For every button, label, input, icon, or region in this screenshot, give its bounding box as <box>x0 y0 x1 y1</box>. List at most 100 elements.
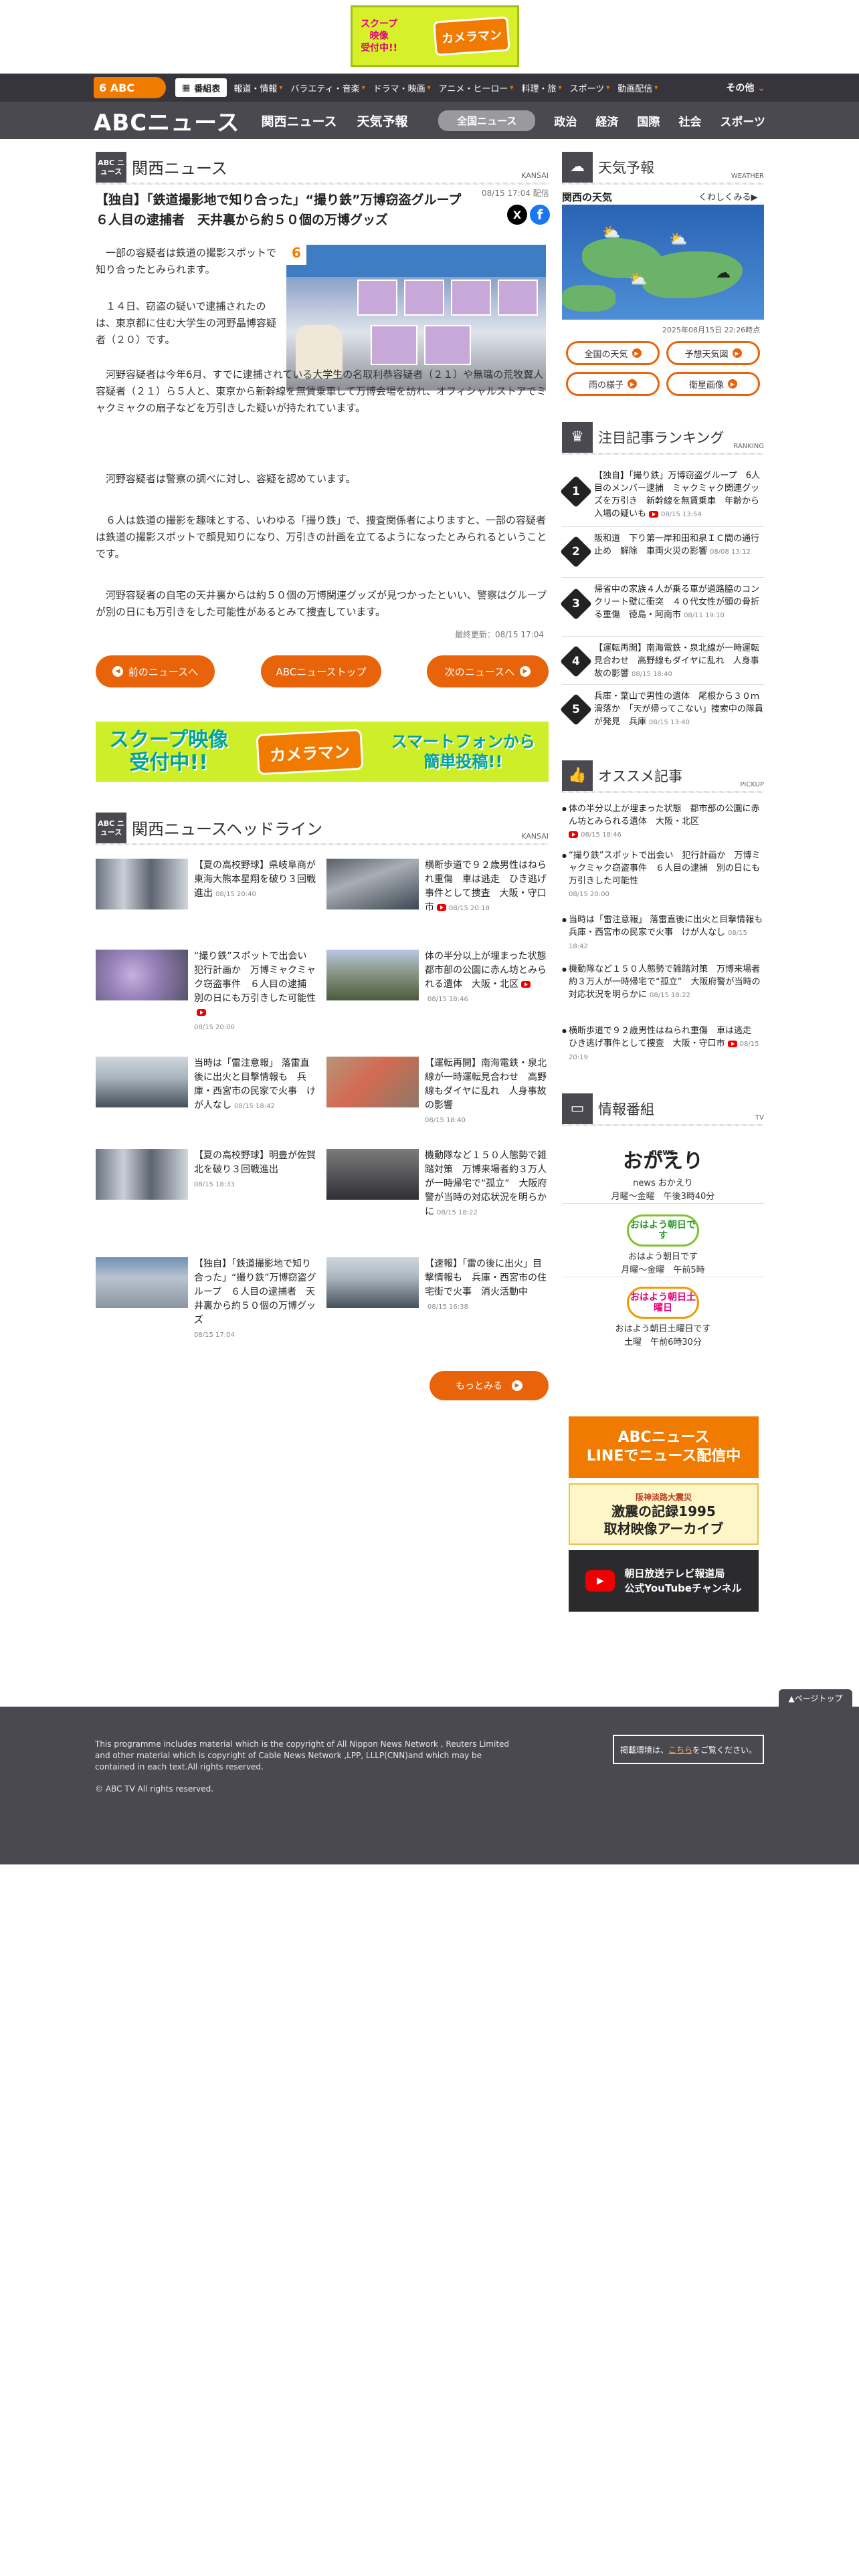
okaeri-logo: news おかえり <box>623 1148 703 1173</box>
rank-badge: 2 <box>559 535 593 568</box>
abc-news-logo[interactable]: ABCニュース <box>94 104 240 137</box>
chevron-down-icon: ▾ <box>558 84 562 92</box>
section-tag: KANSAI <box>521 171 549 180</box>
pickup-item[interactable]: 機動隊など１５０人態勢で雑踏対策 万博来場者約３万人が一時帰宅で“孤立” 大阪府… <box>562 963 764 1002</box>
nav-weather[interactable]: 天気予報 <box>357 112 408 130</box>
section-title: 関西ニュース <box>132 159 227 178</box>
headline-thumbnail <box>326 1057 419 1107</box>
cloud-sun-icon: ⛅ <box>629 272 648 288</box>
weather-map[interactable]: ⛅ ⛅ ☁ ⛅ <box>562 205 764 320</box>
video-icon <box>727 1040 737 1047</box>
program-okaeri[interactable]: news おかえり news おかえり 月曜〜金曜 午後3時40分 <box>562 1137 764 1204</box>
earthquake-archive-banner[interactable]: 阪神淡路大震災 激震の記録1995 取材映像アーカイブ <box>569 1483 759 1545</box>
arrow-right-icon: ▶ <box>512 1380 522 1391</box>
headline-thumbnail <box>96 859 188 909</box>
nav-sports[interactable]: スポーツ ▾ <box>570 82 610 94</box>
copyright-line: © ABC TV All rights reserved. <box>95 1784 214 1794</box>
ranking-item[interactable]: 5 兵庫・葉山で男性の遺体 尾根から３０ｍ滑落か 「天が帰ってこない」捜索中の隊… <box>559 687 764 734</box>
tv-icon: ▭ <box>562 1093 593 1124</box>
program-guide-button[interactable]: ▦ 番組表 <box>175 78 227 97</box>
nav-drama[interactable]: ドラマ・映画 ▾ <box>373 82 431 94</box>
line-news-banner[interactable]: ABCニュース LINEでニュース配信中 <box>569 1416 759 1478</box>
nav-sports-news[interactable]: スポーツ <box>720 112 765 129</box>
pickup-item[interactable]: 横断歩道で９２歳男性はねられ重傷 車は逃走 ひき逃げ事件として捜査 大阪・守口市… <box>562 1025 764 1064</box>
headline-section-header: ABC ニュース 関西ニュースヘッドライン KANSAI <box>96 812 549 845</box>
ranking-item[interactable]: 2 阪和道 下り第一岸和田和泉ＩＣ間の通行止め 解除 車両火災の影響 08/08 … <box>559 530 764 578</box>
global-nav: 6 ABC ▦ 番組表 報道・情報 ▾ バラエティ・音楽 ▾ ドラマ・映画 ▾ アニメ… <box>0 74 859 102</box>
crown-icon: ♛ <box>562 421 593 453</box>
chevron-down-icon: ▾ <box>510 84 514 92</box>
satellite-image-button[interactable]: 衛星画像 ▶ <box>666 372 760 396</box>
next-news-button[interactable]: 次のニュースへ ▶ <box>427 655 549 687</box>
environment-link[interactable]: こちら <box>668 1744 692 1755</box>
pickup-item[interactable]: 当時は「雷注意報」 落雷直後に出火と目撃情報も 兵庫・西宮市の民家で火事 けが人… <box>562 914 771 953</box>
scoop-camera-banner[interactable]: スクープ 映像 受付中!! カメラマン <box>351 5 519 67</box>
arrow-right-icon: ▶ <box>728 379 737 389</box>
ohayo-asahi-logo: おはよう朝日です <box>622 1214 704 1247</box>
arrow-right-icon: ▶ <box>628 379 637 389</box>
section-title: 関西ニュースヘッドライン <box>132 820 323 839</box>
share-facebook-icon[interactable]: f <box>530 205 550 225</box>
banner-camera-logo: カメラマン <box>433 16 510 56</box>
headline-thumbnail <box>96 1257 188 1308</box>
ranking-item[interactable]: 3 帰省中の家族４人が乗る車が道路脇のコンクリート壁に衝突 ４０代女性が頭の骨折… <box>559 580 764 637</box>
headline-date: 08/15 20:40 <box>215 891 256 898</box>
banner-smartphone-text: スマートフォンから 簡単投稿!! <box>391 732 535 771</box>
nav-international[interactable]: 国際 <box>637 112 660 129</box>
youtube-channel-banner[interactable]: ▶ 朝日放送テレビ報道局 公式YouTubeチャンネル <box>569 1550 759 1612</box>
abc-6ch-logo[interactable]: 6 ABC <box>94 77 166 98</box>
pickup-item[interactable]: “撮り鉄”スポットで出会い 犯行計画か 万博ミャクミャク窃盗事件 ６人目の逮捕 … <box>562 849 764 901</box>
pickup-item[interactable]: 体の半分以上が埋まった状態 都市部の公園に赤ん坊とみられる遺体 大阪・北区 08… <box>562 802 764 841</box>
scoop-submit-banner[interactable]: スクープ映像 受付中!! カメラマン スマートフォンから 簡単投稿!! <box>96 722 549 782</box>
weather-cloud-icon: ☁ <box>562 151 593 183</box>
abc-news-icon: ABC ニュース <box>96 812 126 843</box>
ohayo-saturday-logo: おはよう朝日土曜日 <box>622 1287 704 1319</box>
calendar-icon: ▦ <box>182 82 191 93</box>
nav-variety[interactable]: バラエティ・音楽 ▾ <box>290 82 365 94</box>
national-weather-button[interactable]: 全国の天気 ▶ <box>566 341 660 365</box>
nav-society[interactable]: 社会 <box>678 112 701 129</box>
chevron-down-icon: ▾ <box>606 84 610 92</box>
rain-radar-button[interactable]: 雨の様子 ▶ <box>566 372 660 396</box>
banner-scoop-text: スクープ映像 受付中!! <box>109 728 229 774</box>
news-top-button[interactable]: ABCニューストップ <box>261 655 381 687</box>
nav-politics[interactable]: 政治 <box>554 112 577 129</box>
weather-more-link[interactable]: くわしくみる▶ <box>698 190 758 203</box>
ranking-item[interactable]: 1 【独自】「撮り鉄」万博窃盗グループ 6人目のメンバー逮捕 ミャクミャク関連グ… <box>559 467 764 527</box>
nav-kansai-news[interactable]: 関西ニュース <box>261 112 337 130</box>
copyright-notice: This programme includes material which i… <box>95 1739 510 1772</box>
headline-date: 08/15 20:18 <box>449 905 490 912</box>
ranking-item[interactable]: 4 【運転再開】南海電鉄・泉北線が一時運転見合わせ 高野線もダイヤに乱れ 人身事… <box>559 639 764 685</box>
article-updated: 最終更新：08/15 17:04 <box>455 630 544 639</box>
video-icon <box>649 510 659 518</box>
environment-notice: 掲載環境は、 こちら をご覧ください。 <box>613 1735 764 1764</box>
prev-news-button[interactable]: ◀ 前のニュースへ <box>96 655 215 687</box>
video-icon <box>569 831 578 838</box>
nav-other-menu[interactable]: その他 ⌄ <box>726 81 765 94</box>
rank-badge: 1 <box>559 475 593 508</box>
headline-date: 08/15 18:42 <box>234 1103 275 1110</box>
forecast-map-button[interactable]: 予想天気図 ▶ <box>666 341 760 365</box>
headline-date: 08/15 17:04 <box>194 1331 235 1339</box>
nav-national-news[interactable]: 全国ニュース <box>438 110 536 131</box>
cloud-sun-icon: ⛅ <box>669 231 688 248</box>
program-ohayo-saturday[interactable]: おはよう朝日土曜日 おはよう朝日土曜日です 土曜 午前6時30分 <box>562 1283 764 1350</box>
nav-cooking[interactable]: 料理・旅 ▾ <box>521 82 561 94</box>
page-top-button[interactable]: ▲ページトップ <box>779 1689 852 1707</box>
nav-anime[interactable]: アニメ・ヒーロー ▾ <box>439 82 514 94</box>
headline-thumbnail <box>326 950 419 1000</box>
section-tag: KANSAI <box>521 832 549 841</box>
article-paragraph: 河野容疑者の自宅の天井裏からは約５０個の万博関連グッズが見つかったといい、警察は… <box>96 589 547 618</box>
headline-thumbnail <box>96 1057 188 1107</box>
program-ohayo-asahi[interactable]: おはよう朝日です おはよう朝日です 月曜〜金曜 午前5時 <box>562 1210 764 1277</box>
nav-economy[interactable]: 経済 <box>595 112 618 129</box>
nav-news-info[interactable]: 報道・情報 ▾ <box>233 82 282 94</box>
headline-date: 08/15 18:33 <box>194 1181 235 1188</box>
rank-badge: 5 <box>559 693 593 726</box>
ranking-header: ♛ 注目記事ランキング RANKING <box>562 421 764 455</box>
share-x-icon[interactable]: X <box>507 205 527 225</box>
nav-video[interactable]: 動画配信 ▾ <box>617 82 658 94</box>
arrow-right-icon: ▶ <box>520 666 531 677</box>
more-headlines-button[interactable]: もっとみる ▶ <box>430 1371 549 1400</box>
chevron-down-icon: ⌄ <box>757 83 765 94</box>
